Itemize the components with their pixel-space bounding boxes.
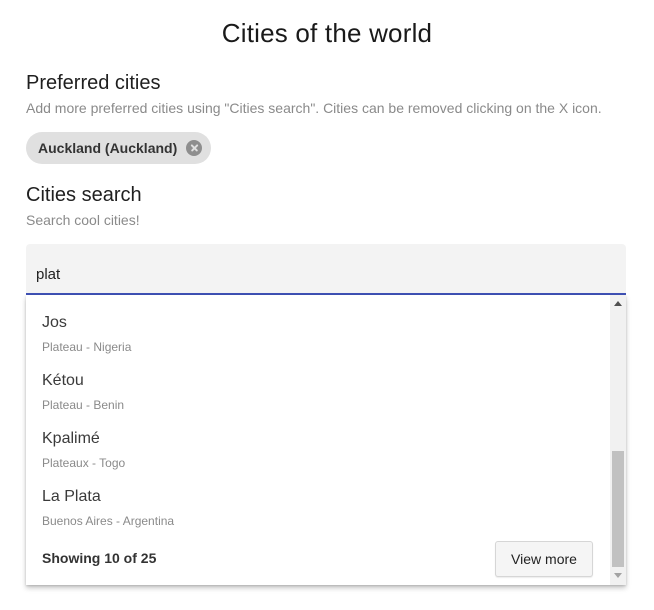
- autocomplete-dropdown: Jos Plateau - Nigeria Kétou Plateau - Be…: [26, 295, 626, 585]
- city-region: Plateaux - Togo: [42, 456, 126, 470]
- list-item[interactable]: Kpalimé Plateaux - Togo: [42, 430, 602, 480]
- city-region: Plateau - Nigeria: [42, 340, 132, 354]
- city-region: Plateau - Benin: [42, 398, 125, 412]
- list-item[interactable]: Kétou Plateau - Benin: [42, 372, 602, 422]
- list-item[interactable]: La Plata Buenos Aires - Argentina: [42, 488, 602, 538]
- scrollbar-thumb[interactable]: [612, 451, 624, 567]
- city-name: Kétou: [42, 372, 84, 389]
- dropdown-scrollbar[interactable]: [610, 295, 626, 585]
- scroll-up-arrow-icon[interactable]: [614, 301, 622, 306]
- preferred-cities-title: Preferred cities: [26, 72, 161, 94]
- preferred-cities-description: Add more preferred cities using "Cities …: [26, 100, 602, 116]
- search-field: [26, 244, 626, 295]
- city-name: La Plata: [42, 488, 101, 505]
- page: Cities of the world Preferred cities Add…: [0, 0, 654, 610]
- page-title: Cities of the world: [221, 18, 433, 48]
- scroll-down-arrow-icon[interactable]: [614, 573, 622, 578]
- preferred-city-chip: Auckland (Auckland): [26, 132, 212, 164]
- city-name: Jos: [42, 314, 67, 331]
- city-region: Buenos Aires - Argentina: [42, 514, 175, 528]
- view-more-button[interactable]: View more: [495, 541, 593, 577]
- results-count: Showing 10 of 25: [42, 550, 157, 566]
- chip-label: Auckland (Auckland): [38, 140, 178, 156]
- close-circle-icon[interactable]: [186, 140, 203, 156]
- list-item[interactable]: Jos Plateau - Nigeria: [42, 314, 602, 364]
- cities-search-title: Cities search: [26, 184, 142, 206]
- search-input[interactable]: [36, 266, 596, 283]
- city-name: Kpalimé: [42, 430, 100, 447]
- cities-search-description: Search cool cities!: [26, 212, 140, 228]
